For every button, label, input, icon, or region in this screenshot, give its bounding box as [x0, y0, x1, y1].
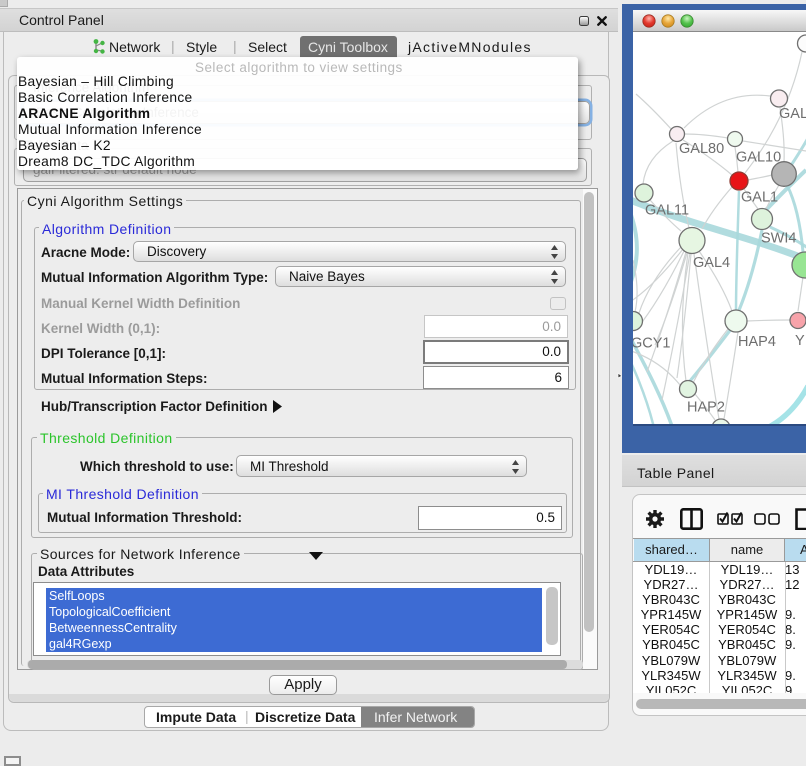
svg-text:HAP2: HAP2: [687, 400, 725, 416]
svg-text:GAL10: GAL10: [736, 150, 781, 166]
svg-text:SWI4: SWI4: [761, 231, 796, 247]
svg-text:GAL11: GAL11: [645, 203, 689, 219]
svg-text:GAL: GAL: [779, 106, 806, 122]
svg-text:GAL1: GAL1: [741, 190, 778, 206]
svg-text:GAL80: GAL80: [679, 141, 724, 157]
svg-text:Y: Y: [795, 333, 805, 349]
svg-text:GCY1: GCY1: [633, 336, 671, 352]
svg-text:GAL4: GAL4: [693, 255, 730, 271]
svg-text:HAP4: HAP4: [738, 334, 776, 350]
